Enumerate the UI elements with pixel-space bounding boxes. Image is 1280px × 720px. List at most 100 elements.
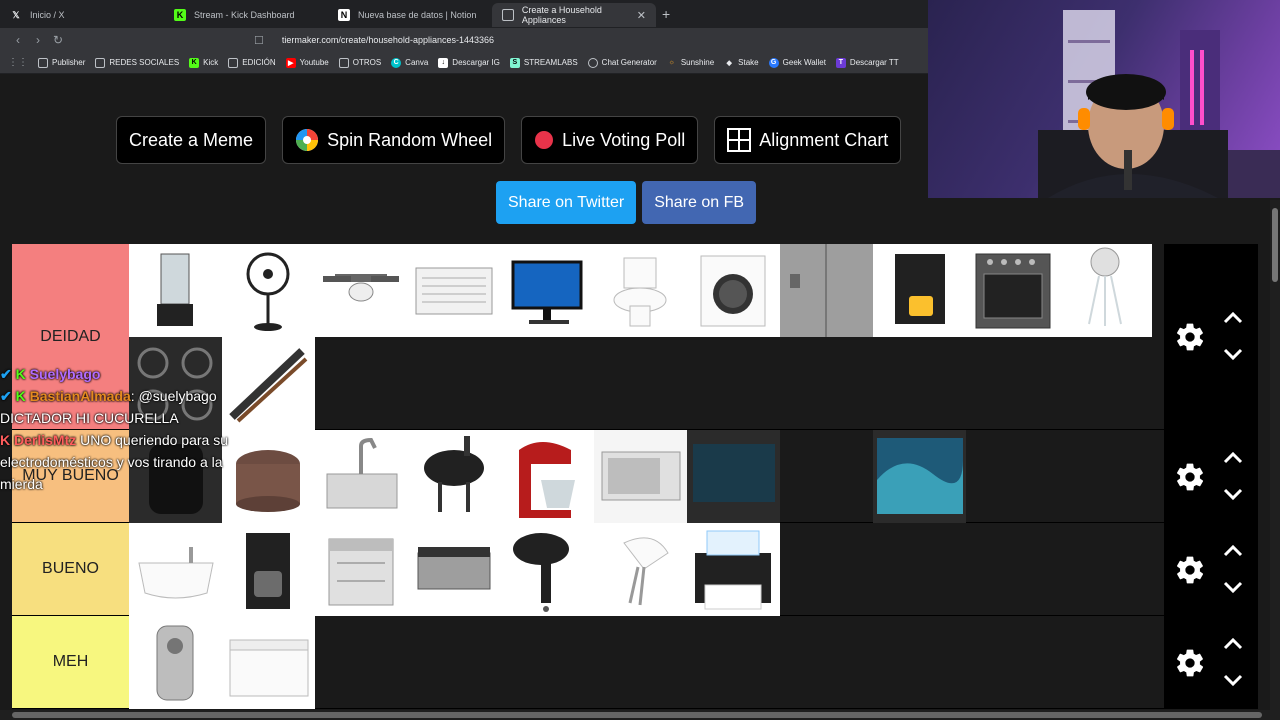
tier-item-hand-mixer[interactable] — [594, 523, 687, 616]
tab-x[interactable]: 𝕏 Inicio / X — [0, 3, 164, 27]
refrigerator-icon — [780, 244, 873, 337]
bookmark-geek-wallet[interactable]: G Geek Wallet — [768, 57, 826, 68]
notion-logo-icon: N — [338, 9, 350, 21]
bookmark-canva[interactable]: C Canva — [391, 57, 428, 68]
bookmark-kick[interactable]: K Kick — [189, 57, 219, 68]
youtube-icon: ▶ — [285, 57, 296, 68]
tier-item-stand-mixer[interactable] — [501, 430, 594, 523]
tier-item-printer[interactable] — [687, 523, 780, 616]
vertical-scrollbar[interactable] — [1270, 200, 1280, 710]
move-tier-up-icon[interactable] — [1222, 309, 1244, 325]
apps-icon[interactable]: ⋮⋮ — [8, 57, 28, 68]
bookmark-label: STREAMLABS — [523, 58, 578, 67]
tier-item-rice-cooker[interactable] — [222, 430, 315, 523]
tier-item-oven[interactable] — [966, 244, 1059, 337]
move-tier-down-icon[interactable] — [1222, 487, 1244, 503]
bookmark-label: Geek Wallet — [782, 58, 826, 67]
move-tier-up-icon[interactable] — [1222, 542, 1244, 558]
share-twitter-button[interactable]: Share on Twitter — [496, 181, 637, 224]
download-icon: ↓ — [438, 57, 449, 68]
tier-settings-gear-icon[interactable] — [1174, 321, 1206, 353]
chat-message: mierda — [0, 476, 43, 492]
bookmark-otros[interactable]: OTROS — [338, 57, 382, 68]
tier-items — [129, 616, 1164, 709]
tab-tiermaker[interactable]: Create a Household Appliances ✕ — [492, 3, 656, 27]
bookmark-descargar-ig[interactable]: ↓ Descargar IG — [438, 57, 500, 68]
create-meme-button[interactable]: Create a Meme — [116, 116, 267, 164]
bookmark-redes[interactable]: REDES SOCIALES — [95, 57, 179, 68]
tier-item-tv-dim[interactable] — [687, 430, 780, 523]
tier-item-bathtub[interactable] — [129, 523, 222, 616]
chat-text: electrodomésticos y vos tirando a la — [0, 454, 223, 470]
tier-item-ceiling-fan[interactable] — [315, 244, 408, 337]
tier-item-dishwasher[interactable] — [315, 523, 408, 616]
tier-label[interactable]: MEH — [12, 616, 129, 708]
bookmark-streamlabs[interactable]: S STREAMLABS — [509, 57, 578, 68]
tier-row: MEH — [12, 616, 1258, 709]
tier-item-tv[interactable] — [873, 430, 966, 523]
folder-icon — [338, 57, 349, 68]
tier-item-toaster-oven[interactable] — [594, 430, 687, 523]
tier-item-washing-machine[interactable] — [687, 244, 780, 337]
tier-item-drip-coffee-maker[interactable] — [222, 523, 315, 616]
horizontal-scrollbar[interactable] — [0, 710, 1280, 720]
tier-item-standing-fan[interactable] — [222, 244, 315, 337]
tier-item-hair-straightener[interactable] — [222, 337, 315, 430]
tier-controls — [1164, 430, 1258, 522]
tier-item-blender[interactable] — [129, 244, 222, 337]
bookmark-label: Descargar TT — [849, 58, 899, 67]
tier-settings-gear-icon[interactable] — [1174, 461, 1206, 493]
tier-item-chest-freezer[interactable] — [222, 616, 315, 709]
bookmark-youtube[interactable]: ▶ Youtube — [285, 57, 329, 68]
back-icon[interactable]: ‹ — [8, 33, 28, 47]
bookmark-label: Kick — [203, 58, 219, 67]
tier-settings-gear-icon[interactable] — [1174, 647, 1206, 679]
scrollbar-thumb[interactable] — [12, 712, 1262, 718]
bookmark-publisher[interactable]: Publisher — [38, 57, 85, 68]
tab-notion[interactable]: N Nueva base de datos | Notion — [328, 3, 492, 27]
alignment-chart-button[interactable]: Alignment Chart — [714, 116, 902, 164]
bookmark-label: OTROS — [352, 58, 382, 67]
scrollbar-thumb[interactable] — [1272, 208, 1278, 282]
close-tab-icon[interactable]: ✕ — [637, 9, 646, 22]
tier-settings-gear-icon[interactable] — [1174, 554, 1206, 586]
bookmark-stake[interactable]: ◆ Stake — [724, 58, 758, 68]
bookmark-descargar-tt[interactable]: T Descargar TT — [835, 57, 899, 68]
live-poll-button[interactable]: Live Voting Poll — [521, 116, 699, 164]
streamlabs-icon: S — [509, 57, 520, 68]
tier-item-bbq-grill[interactable] — [408, 430, 501, 523]
tab-kick[interactable]: K Stream - Kick Dashboard — [164, 3, 328, 27]
url-field[interactable]: tiermaker.com/create/household-appliance… — [282, 35, 494, 45]
bookmark-sunshine[interactable]: ☼ Sunshine — [667, 58, 715, 68]
canva-icon: C — [391, 57, 402, 68]
move-tier-down-icon[interactable] — [1222, 673, 1244, 689]
tier-item-shower-head[interactable] — [1059, 244, 1152, 337]
bookmark-chat-generator[interactable]: Chat Generator — [587, 57, 657, 68]
bookmark-label: Stake — [738, 58, 759, 67]
move-tier-down-icon[interactable] — [1222, 347, 1244, 363]
reload-icon[interactable]: ↻ — [48, 33, 68, 47]
move-tier-up-icon[interactable] — [1222, 635, 1244, 651]
chat-message: DICTADOR HI CUCURELLA — [0, 410, 179, 426]
drip-coffee-maker-icon — [246, 533, 290, 609]
tier-item-toilet[interactable] — [594, 244, 687, 337]
tier-item-desktop-computer[interactable] — [501, 244, 594, 337]
tier-item-can-opener[interactable] — [129, 616, 222, 709]
move-tier-up-icon[interactable] — [1222, 449, 1244, 465]
new-tab-button[interactable]: + — [662, 6, 670, 22]
bookmark-edicion[interactable]: EDICIÓN — [228, 57, 276, 68]
forward-icon[interactable]: › — [28, 33, 48, 47]
move-tier-down-icon[interactable] — [1222, 580, 1244, 596]
bookmark-icon[interactable]: ☐ — [254, 34, 264, 47]
tier-item-coffee-maker[interactable] — [873, 244, 966, 337]
spin-wheel-button[interactable]: Spin Random Wheel — [282, 116, 506, 164]
tier-item-window-ac[interactable] — [408, 244, 501, 337]
tier-item-refrigerator[interactable] — [780, 244, 873, 337]
tier-label[interactable]: BUENO — [12, 523, 129, 615]
tier-item-kitchen-sink[interactable] — [315, 430, 408, 523]
tier-item-hair-dryer[interactable] — [501, 523, 594, 616]
chat-icon — [587, 57, 598, 68]
share-facebook-button[interactable]: Share on FB — [642, 181, 757, 224]
tier-controls — [1164, 244, 1258, 429]
tier-item-panini-grill[interactable] — [408, 523, 501, 616]
